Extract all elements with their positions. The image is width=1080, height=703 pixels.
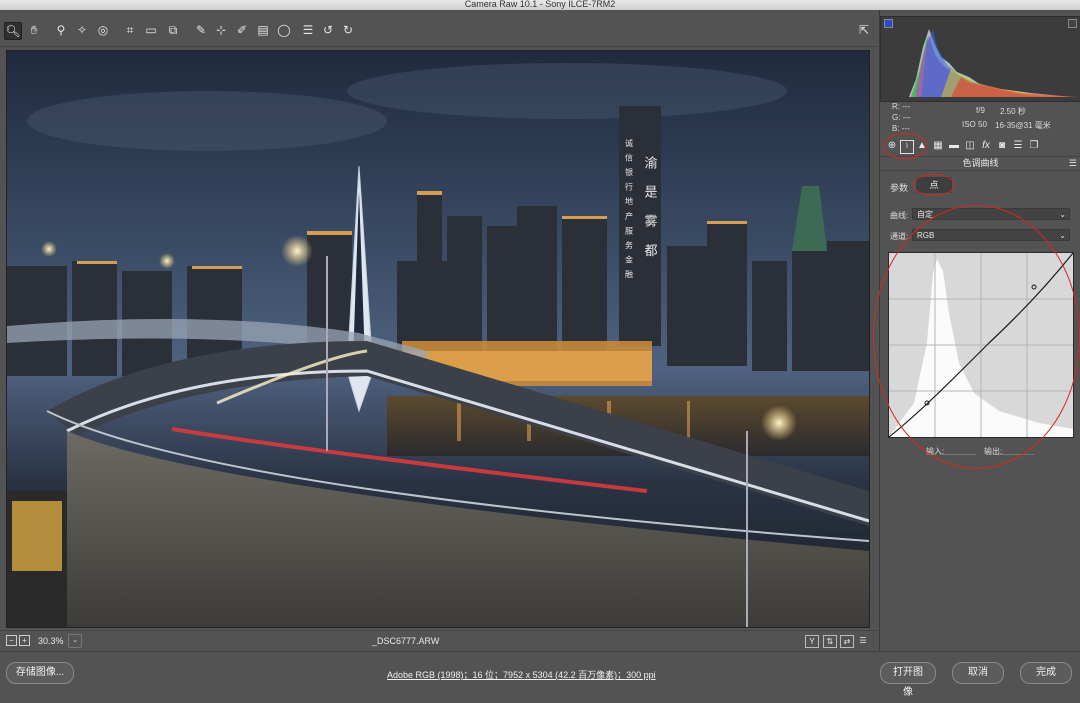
histogram [880, 16, 1080, 102]
basic-panel-icon[interactable]: ⊕ [886, 140, 898, 152]
zoom-out-icon[interactable]: − [6, 635, 17, 646]
hsl-panel-icon[interactable]: ▦ [932, 140, 944, 152]
window-title: Camera Raw 10.1 - Sony ILCE-7RM2 [464, 0, 616, 9]
tower-sign-2: 诚 信 银 行 地 产 服 务 金 融 [625, 138, 634, 280]
curve-select[interactable]: 自定 ⌄ [912, 208, 1070, 220]
curve-value: 自定 [917, 210, 933, 219]
panel-tabs: ⊕ ⌇ ▲ ▦ ▬ ◫ fx ◙ ☰ ❐ [880, 133, 1080, 159]
adjustment-panel: R: --- G: --- B: --- f/9 2.50 秒 ISO 50 1… [873, 10, 1080, 651]
tab-parametric[interactable]: 参数 [890, 181, 908, 194]
camera-calibration-panel-icon[interactable]: ◙ [996, 140, 1008, 152]
zoom-level[interactable]: 30.3% [38, 636, 64, 646]
bottom-bar: 存储图像... Adobe RGB (1998)；16 位；7952 x 530… [0, 651, 1080, 698]
workflow-options-link[interactable]: Adobe RGB (1998)；16 位；7952 x 5304 (42.2 … [387, 668, 656, 681]
view-toggle-y-icon[interactable]: Y [805, 635, 819, 648]
channel-select[interactable]: RGB ⌄ [912, 229, 1070, 241]
presets-panel-icon[interactable]: ☰ [1012, 140, 1024, 152]
white-balance-icon[interactable]: ⚲ [53, 22, 69, 38]
photo-night-cityscape: 渝 是 雾 都 诚 信 银 行 地 产 服 务 金 融 [7, 51, 869, 627]
tool-bar: 🔍︎ ✋︎ ⚲ ✧ ◎ ⌗ ▭ ⧉ ✎ ⊹ ✐ ▤ ◯ ☰ ↺ ↻ ⇱ [0, 10, 878, 47]
output-label: 输出: [984, 447, 1003, 456]
g-value: --- [902, 113, 911, 122]
b-label: B: [892, 124, 900, 133]
b-value: --- [901, 124, 910, 133]
curve-label: 曲线: [890, 211, 909, 220]
snapshots-panel-icon[interactable]: ❐ [1028, 140, 1040, 152]
image-preview[interactable]: 渝 是 雾 都 诚 信 银 行 地 产 服 务 金 融 [6, 50, 870, 628]
red-eye-icon[interactable]: ⊹ [213, 22, 229, 38]
g-label: G: [892, 113, 901, 122]
tone-curve-panel-icon[interactable]: ⌇ [900, 140, 914, 154]
tone-curve-graph[interactable] [888, 252, 1074, 438]
spot-removal-icon[interactable]: ✎ [193, 22, 209, 38]
copy-settings-icon[interactable]: ⇄ [840, 635, 854, 648]
graduated-filter-icon[interactable]: ▤ [255, 22, 271, 38]
r-value: --- [902, 102, 911, 111]
crop-icon[interactable]: ⌗ [122, 22, 138, 38]
zoom-dropdown-icon[interactable]: ⌄ [68, 634, 82, 648]
zoom-icon[interactable]: 🔍︎ [4, 22, 22, 40]
preferences-icon[interactable]: ☰ [300, 22, 316, 38]
hand-icon[interactable]: ✋︎ [26, 22, 42, 38]
radial-filter-icon[interactable]: ◯ [276, 22, 292, 38]
rotate-left-icon[interactable]: ↺ [320, 22, 336, 38]
fullscreen-icon[interactable]: ⇱ [856, 22, 872, 38]
toggle-settings-icon[interactable]: ☰ [857, 635, 869, 646]
color-sampler-icon[interactable]: ✧ [74, 22, 90, 38]
detail-panel-icon[interactable]: ▲ [916, 140, 928, 152]
histogram-graph [909, 29, 1079, 97]
r-label: R: [892, 102, 900, 111]
panel-title: 色调曲线 [962, 158, 999, 168]
chevron-down-icon: ⌄ [1059, 231, 1066, 240]
targeted-adjustment-icon[interactable]: ◎ [95, 22, 111, 38]
cancel-button[interactable]: 取消 [952, 662, 1004, 684]
rotate-right-icon[interactable]: ↻ [340, 22, 356, 38]
lens-corrections-panel-icon[interactable]: ◫ [964, 140, 976, 152]
iso: ISO 50 [962, 120, 987, 129]
lens-focal: 16-35@31 毫米 [995, 121, 1051, 130]
effects-panel-icon[interactable]: fx [980, 140, 992, 152]
done-button[interactable]: 完成 [1020, 662, 1072, 684]
shutter-speed: 2.50 秒 [1000, 107, 1026, 116]
panel-header: 色调曲线 ☰ [880, 156, 1080, 171]
output-field[interactable] [1000, 454, 1034, 455]
save-image-button[interactable]: 存储图像... [6, 662, 74, 684]
tower-sign-1: 渝 是 雾 都 [642, 155, 658, 262]
split-toning-panel-icon[interactable]: ▬ [948, 140, 960, 152]
panel-menu-icon[interactable]: ☰ [1069, 156, 1077, 170]
camera-info: R: --- G: --- B: --- f/9 2.50 秒 ISO 50 1… [880, 102, 1080, 136]
aperture: f/9 [976, 106, 985, 115]
filename: _DSC6777.ARW [372, 636, 440, 646]
chevron-down-icon: ⌄ [1059, 210, 1066, 219]
window-title-bar: Camera Raw 10.1 - Sony ILCE-7RM2 [0, 0, 1080, 10]
zoom-in-icon[interactable]: + [19, 635, 30, 646]
channel-value: RGB [917, 231, 935, 240]
status-bar: − + 30.3% ⌄ _DSC6777.ARW Y ⇅ ⇄ ☰ [0, 630, 878, 651]
straighten-icon[interactable]: ▭ [143, 22, 159, 38]
transform-icon[interactable]: ⧉ [165, 22, 181, 38]
tone-curve-svg [888, 252, 1074, 438]
swap-before-after-icon[interactable]: ⇅ [823, 635, 837, 648]
channel-label: 通道: [890, 232, 909, 241]
adjustment-brush-icon[interactable]: ✐ [234, 22, 250, 38]
input-label: 输入: [926, 447, 945, 456]
tab-point[interactable]: 点 [916, 177, 952, 193]
open-image-button[interactable]: 打开图像 [880, 662, 936, 698]
input-field[interactable] [942, 454, 976, 455]
curve-point[interactable] [1031, 284, 1037, 290]
